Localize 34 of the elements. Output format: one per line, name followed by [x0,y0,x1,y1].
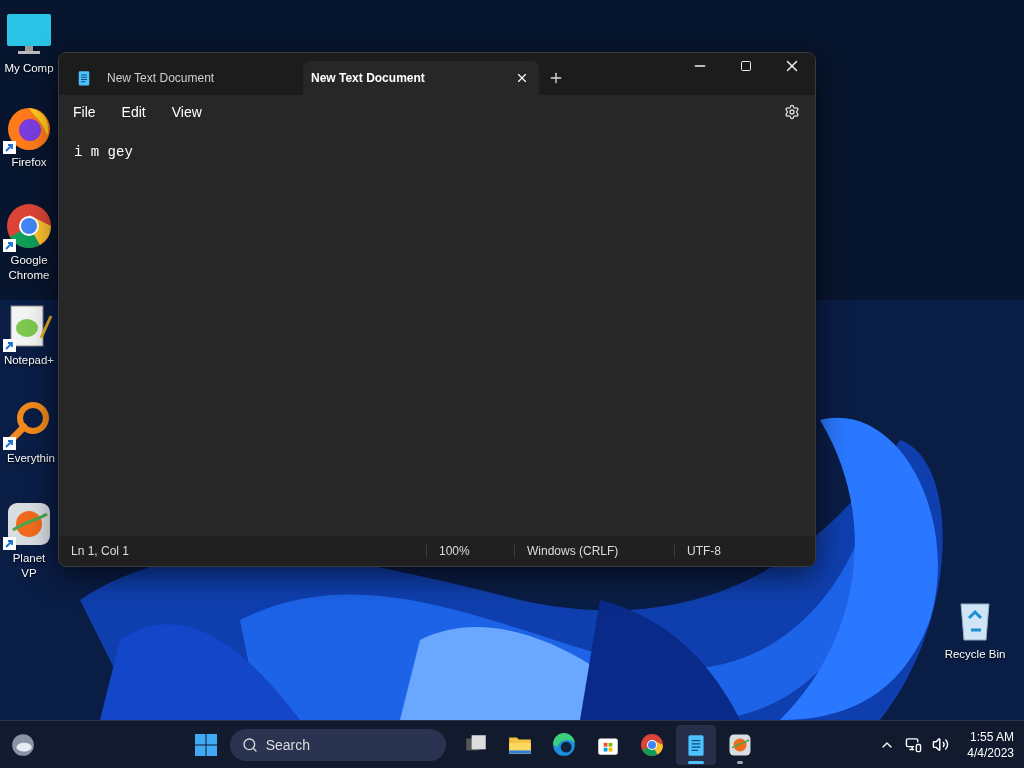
clock-date[interactable]: 4/4/2023 [967,744,1014,761]
desktop-icon-label[interactable]: Planet VP [7,551,51,581]
desktop-icon-label[interactable]: Google Chrome [7,253,51,283]
menu-item[interactable]: Edit [113,100,154,124]
taskbar-app[interactable] [675,724,716,765]
planet-icon[interactable] [5,500,53,548]
network-icon[interactable] [905,736,923,753]
clock-time[interactable]: 1:55 AM [969,728,1014,745]
desktop-icon-label[interactable]: Notepad+ [3,353,55,368]
status-text: UTF-8 [687,544,721,558]
menu-item[interactable]: File [65,100,104,124]
document-tab[interactable]: New Text Document [67,61,303,95]
maximize-icon[interactable] [740,60,752,72]
desktop-icon-label[interactable]: Firefox [11,155,47,170]
search-field[interactable]: Search [229,728,446,761]
planet-icon[interactable] [727,732,752,757]
windows-icon[interactable] [193,732,218,757]
chrome-icon[interactable] [639,732,664,757]
menu-item[interactable]: View [163,100,210,124]
status-text: Ln 1, Col 1 [71,544,130,558]
status-text: 100% [439,544,470,558]
text-editor[interactable]: i m gey [59,129,815,536]
weather-icon[interactable] [10,731,36,758]
settings-icon[interactable] [784,104,800,120]
chrome-icon[interactable] [5,202,53,250]
plus-icon[interactable] [548,70,564,86]
edge-icon[interactable] [550,731,577,758]
document-tab[interactable]: New Text Document [303,61,539,95]
status-text: Windows (CRLF) [527,544,619,558]
close-tab-icon[interactable] [515,71,529,85]
desktop-icon-label[interactable]: Recycle Bin [944,647,1006,662]
search-icon[interactable] [241,736,258,753]
desktop-icon-label[interactable]: My Comp [4,61,54,76]
volume-icon[interactable] [932,736,950,753]
